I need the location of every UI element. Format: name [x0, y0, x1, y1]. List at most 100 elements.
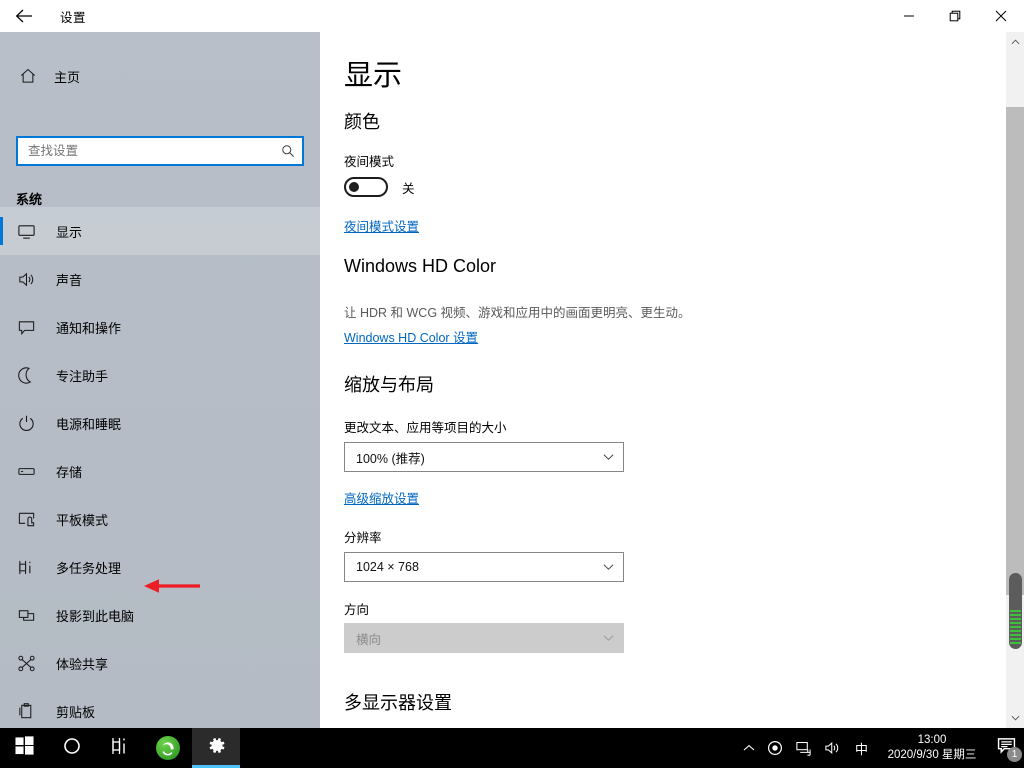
- sidebar-item-storage[interactable]: 存储: [0, 447, 320, 495]
- moon-icon: [16, 365, 36, 385]
- search-input[interactable]: [18, 138, 274, 164]
- search-circle-icon: [62, 736, 82, 761]
- sidebar-nav: 显示 声音 通知和操作 专注助手 电源和睡眠 存储 平板模式 多任务处理 投影到…: [0, 207, 320, 735]
- back-button[interactable]: [8, 3, 40, 29]
- record-icon[interactable]: [761, 728, 789, 768]
- notifications-badge: 1: [1007, 747, 1022, 762]
- chevron-down-icon: [593, 453, 623, 461]
- toggle-knob: [349, 182, 359, 192]
- close-button[interactable]: [978, 0, 1024, 32]
- clock-date: 2020/9/30 星期三: [887, 749, 977, 761]
- tablet-icon: [16, 509, 36, 529]
- chat-bubble-icon: [16, 317, 36, 337]
- sidebar-item-label: 剪贴板: [56, 704, 96, 720]
- share-icon: [16, 653, 36, 673]
- scroll-up-button[interactable]: [1006, 32, 1024, 52]
- section-heading-color: 颜色: [344, 112, 380, 132]
- scroll-down-button[interactable]: [1006, 708, 1024, 728]
- sidebar-item-notifications[interactable]: 通知和操作: [0, 303, 320, 351]
- night-light-label: 夜间模式: [344, 155, 395, 169]
- screen: 设置 主页 查找设置 系统 显示 声音 通知和操作 专注助手 电源和睡眠 存储 …: [0, 0, 1024, 768]
- night-light-toggle-row: 关: [344, 177, 415, 197]
- sidebar-item-label: 声音: [56, 272, 83, 288]
- minimize-button[interactable]: [886, 0, 932, 32]
- scrollbar-thumb[interactable]: [1006, 107, 1024, 595]
- hd-color-description: 让 HDR 和 WCG 视频、游戏和应用中的画面更明亮、更生动。: [344, 306, 691, 320]
- clipboard-icon: [16, 701, 36, 721]
- night-light-settings-link[interactable]: 夜间模式设置: [344, 216, 419, 235]
- scrollbar-progress-stripes: [1010, 610, 1021, 646]
- sidebar-group-title: 系统: [16, 192, 43, 207]
- sidebar-item-label: 电源和睡眠: [56, 416, 122, 432]
- multitask-icon: [16, 557, 36, 577]
- task-view-button[interactable]: [96, 728, 144, 768]
- title-bar: 设置: [0, 0, 1024, 32]
- chevron-down-icon: [593, 563, 623, 571]
- drive-icon: [16, 461, 36, 481]
- section-heading-scale-layout: 缩放与布局: [344, 375, 434, 395]
- search-icon[interactable]: [274, 138, 302, 164]
- section-heading-multi-display: 多显示器设置: [344, 693, 452, 713]
- sidebar-item-label: 显示: [56, 224, 83, 240]
- task-view-icon: [110, 736, 130, 761]
- gear-icon: [206, 735, 227, 761]
- network-icon[interactable]: [789, 728, 818, 768]
- start-icon: [14, 736, 34, 760]
- monitor-icon: [16, 221, 36, 241]
- search-box[interactable]: [16, 136, 304, 166]
- sidebar-item-sound[interactable]: 声音: [0, 255, 320, 303]
- power-icon: [16, 413, 36, 433]
- advanced-scaling-link[interactable]: 高级缩放设置: [344, 488, 419, 507]
- speaker-icon: [16, 269, 36, 289]
- sidebar-item-projecting[interactable]: 投影到此电脑: [0, 591, 320, 639]
- resolution-dropdown[interactable]: 1024 × 768: [344, 552, 624, 582]
- window-title: 设置: [60, 11, 87, 25]
- sidebar-item-label: 多任务处理: [56, 560, 122, 576]
- scale-dropdown-value: 100% (推荐): [356, 451, 425, 466]
- sidebar-item-label: 通知和操作: [56, 320, 122, 336]
- night-light-state: 关: [402, 181, 415, 196]
- sidebar-item-label: 平板模式: [56, 512, 109, 528]
- sidebar-item-label: 投影到此电脑: [56, 608, 135, 624]
- night-light-toggle[interactable]: [344, 177, 388, 197]
- browser-button[interactable]: [144, 728, 192, 768]
- sidebar-item-label: 体验共享: [56, 656, 109, 672]
- settings-window: 设置 主页 查找设置 系统 显示 声音 通知和操作 专注助手 电源和睡眠 存储 …: [0, 0, 1024, 728]
- start-button[interactable]: [0, 728, 48, 768]
- hd-color-settings-link[interactable]: Windows HD Color 设置: [344, 327, 478, 346]
- restore-button[interactable]: [932, 0, 978, 32]
- sidebar-item-home-label: 主页: [54, 69, 81, 85]
- page-title: 显示: [344, 60, 403, 92]
- browser-icon: [156, 736, 180, 760]
- orientation-label: 方向: [344, 603, 370, 617]
- sidebar-item-tablet-mode[interactable]: 平板模式: [0, 495, 320, 543]
- scale-label: 更改文本、应用等项目的大小: [344, 421, 507, 435]
- tray-overflow-button[interactable]: [737, 728, 761, 768]
- section-heading-hd-color: Windows HD Color: [344, 256, 497, 276]
- notifications-button[interactable]: 1: [988, 728, 1024, 768]
- ime-indicator[interactable]: 中: [847, 739, 876, 758]
- sidebar-item-focus-assist[interactable]: 专注助手: [0, 351, 320, 399]
- scale-dropdown[interactable]: 100% (推荐): [344, 442, 624, 472]
- content-scrollbar[interactable]: [1006, 32, 1024, 728]
- resolution-label: 分辨率: [344, 531, 382, 545]
- home-icon: [18, 66, 38, 86]
- orientation-dropdown: 横向: [344, 623, 624, 653]
- scrollbar-thumb-overlay[interactable]: [1009, 573, 1022, 649]
- content-pane: 显示 颜色 夜间模式 关 夜间模式设置 Windows HD Color 让 H…: [320, 32, 1024, 728]
- sidebar-item-display[interactable]: 显示: [0, 207, 320, 255]
- sidebar-item-home[interactable]: 主页: [12, 60, 302, 92]
- project-icon: [16, 605, 36, 625]
- system-tray: 中 13:00 2020/9/30 星期三 1: [737, 728, 1024, 768]
- settings-taskbar-button[interactable]: [192, 728, 240, 768]
- clock[interactable]: 13:00 2020/9/30 星期三: [876, 728, 988, 768]
- sidebar-item-multitasking[interactable]: 多任务处理: [0, 543, 320, 591]
- sidebar-item-label: 存储: [56, 464, 83, 480]
- orientation-dropdown-value: 横向: [356, 632, 382, 647]
- sidebar-item-power-sleep[interactable]: 电源和睡眠: [0, 399, 320, 447]
- taskbar: 中 13:00 2020/9/30 星期三 1: [0, 728, 1024, 768]
- volume-icon[interactable]: [818, 728, 847, 768]
- search-button[interactable]: [48, 728, 96, 768]
- sidebar-item-shared-experiences[interactable]: 体验共享: [0, 639, 320, 687]
- chevron-down-icon: [593, 634, 623, 642]
